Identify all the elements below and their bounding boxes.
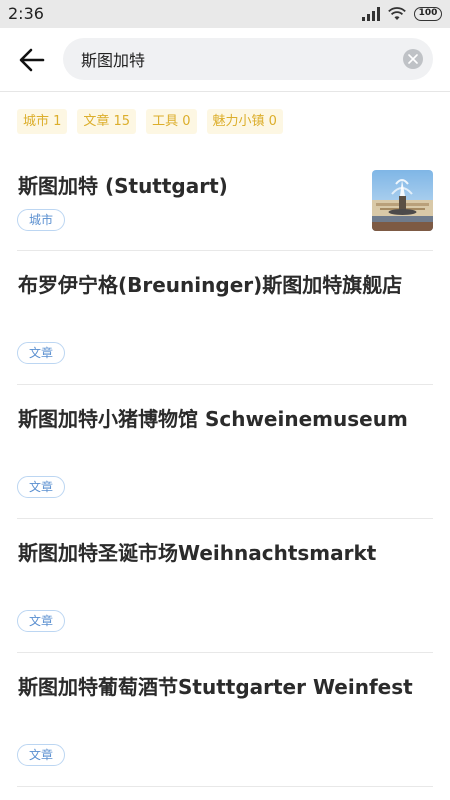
search-box (63, 38, 433, 80)
back-button[interactable] (14, 42, 50, 78)
type-badge: 城市 (17, 209, 66, 231)
filter-tab-town[interactable]: 魅力小镇 0 (206, 109, 283, 134)
status-icons: 100 (362, 6, 442, 22)
result-item-article[interactable]: 斯图加特葡萄酒节Stuttgarter Weinfest 文章 (17, 653, 433, 787)
arrow-left-icon (19, 48, 45, 72)
result-title: 斯图加特葡萄酒节Stuttgarter Weinfest (18, 675, 413, 699)
filter-tabs: 城市 1 文章 15 工具 0 魅力小镇 0 (17, 109, 293, 135)
result-title: 斯图加特小猪博物馆 Schweinemuseum (18, 407, 408, 431)
filter-tab-city[interactable]: 城市 1 (17, 109, 68, 134)
screen: 2:36 100 斯图加特 城市 1 文章 15 工具 0 魅力小镇 0 斯图加… (0, 0, 450, 800)
type-badge: 文章 (17, 744, 66, 766)
result-title: 斯图加特 (Stuttgart) (18, 174, 228, 198)
clear-search-button[interactable] (403, 49, 423, 69)
search-header (0, 28, 450, 92)
result-item-article[interactable]: 斯图加特小猪博物馆 Schweinemuseum 文章 (17, 385, 433, 519)
filter-tab-tool[interactable]: 工具 0 (146, 109, 197, 134)
filter-tab-article[interactable]: 文章 15 (77, 109, 137, 134)
status-time: 2:36 (8, 4, 44, 23)
city-thumbnail (372, 170, 433, 231)
search-input[interactable] (81, 38, 391, 80)
clear-x-icon (408, 54, 418, 64)
fountain-photo-icon (372, 170, 433, 231)
results-list: 斯图加特 (Stuttgart) 城市 布罗伊宁格(Breuninger)斯图加… (0, 150, 450, 787)
result-item-city[interactable]: 斯图加特 (Stuttgart) 城市 (17, 150, 433, 251)
type-badge: 文章 (17, 610, 66, 632)
signal-icon (362, 7, 380, 21)
result-item-article[interactable]: 斯图加特圣诞市场Weihnachtsmarkt 文章 (17, 519, 433, 653)
status-bar: 2:36 100 (0, 0, 450, 28)
wifi-icon (388, 7, 406, 20)
result-item-article[interactable]: 布罗伊宁格(Breuninger)斯图加特旗舰店 文章 (17, 251, 433, 385)
type-badge: 文章 (17, 342, 66, 364)
result-title: 斯图加特圣诞市场Weihnachtsmarkt (18, 541, 377, 565)
battery-icon: 100 (414, 7, 442, 21)
type-badge: 文章 (17, 476, 66, 498)
result-title: 布罗伊宁格(Breuninger)斯图加特旗舰店 (18, 273, 403, 297)
